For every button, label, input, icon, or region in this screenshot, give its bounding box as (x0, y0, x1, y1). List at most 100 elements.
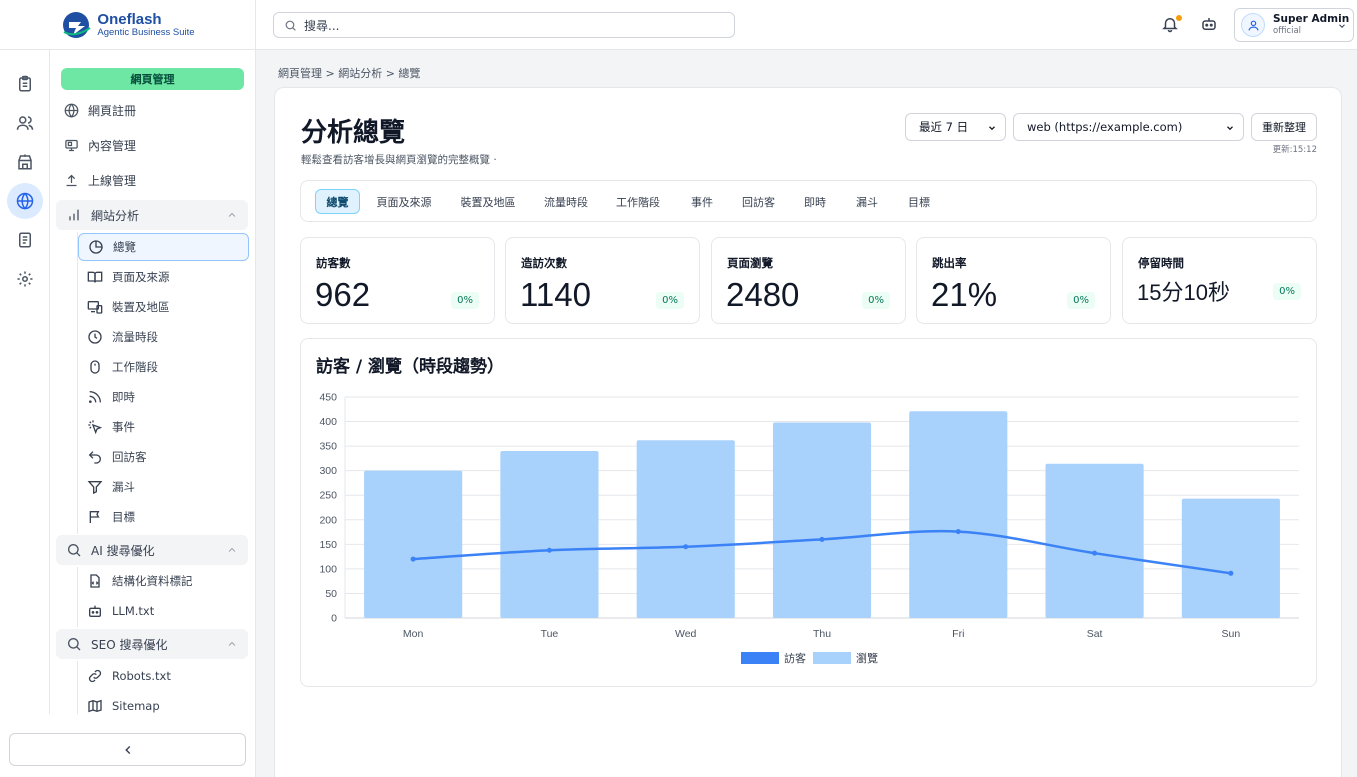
visitors-point-wed (683, 544, 689, 550)
pie-chart-icon (89, 240, 103, 254)
visitors-point-mon (410, 556, 416, 562)
flag-icon (89, 511, 100, 523)
stat-label: 頁面瀏覽 (727, 256, 773, 270)
chevron-down-icon (1227, 126, 1233, 131)
notification-dot (1176, 15, 1182, 21)
stat-value: 962 (315, 276, 371, 313)
rail-web[interactable] (7, 183, 43, 219)
user-menu[interactable]: Super Admin official (1234, 8, 1354, 42)
bar-sat (1045, 463, 1144, 618)
submenu-item-events[interactable]: 事件 (78, 413, 249, 441)
tab-devices-regions[interactable]: 裝置及地區 (454, 189, 522, 214)
tab-pages-sources[interactable]: 頁面及來源 (370, 189, 438, 214)
bar-wed (636, 440, 735, 618)
menu-item-label: 內容管理 (88, 138, 137, 153)
submenu-item-traffic-time[interactable]: 流量時段 (78, 323, 249, 351)
bar-chart-icon (69, 209, 79, 221)
map-icon (88, 699, 102, 713)
x-tick-label: Mon (403, 628, 424, 640)
site-select[interactable]: web (https://example.com) (1013, 113, 1244, 141)
legend-swatch (813, 652, 851, 664)
menu-item-label: 上線管理 (88, 173, 137, 188)
submenu-label: 回訪客 (112, 450, 147, 464)
x-tick-label: Fri (952, 628, 964, 640)
y-tick-label: 150 (319, 539, 337, 551)
y-tick-label: 50 (325, 588, 337, 600)
user-icon (1248, 20, 1258, 30)
rail-settings[interactable] (7, 261, 43, 297)
submenu-label: 流量時段 (112, 330, 158, 344)
legend-item-visitors[interactable]: 訪客 (741, 650, 806, 666)
site-value: web (https://example.com) (1027, 120, 1183, 134)
y-tick-label: 450 (319, 392, 337, 404)
submenu-label: Sitemap (112, 699, 160, 713)
rss-icon (89, 391, 101, 403)
chevron-left-icon (124, 745, 130, 754)
chevron-down-icon (1339, 24, 1345, 28)
legend-label: 訪客 (784, 652, 806, 665)
submenu-item-returning[interactable]: 回訪客 (78, 443, 249, 471)
link-icon (88, 669, 102, 683)
submenu-item-structured-data[interactable]: 結構化資料標記 (78, 567, 249, 595)
clipboard-icon (19, 75, 31, 92)
stat-change-badge: 0% (1067, 292, 1095, 309)
stat-change-badge: 0% (1273, 283, 1301, 300)
web-management-button[interactable]: 網頁管理 (61, 68, 244, 90)
submenu-item-llm-txt[interactable]: LLM.txt (78, 597, 249, 625)
bar-thu (772, 422, 872, 618)
tab-overview[interactable]: 總覽 (315, 189, 360, 214)
mouse-icon (90, 360, 100, 374)
x-tick-label: Wed (675, 628, 697, 640)
menu-item-content[interactable]: 內容管理 (64, 132, 136, 158)
visitors-point-sun (1228, 570, 1234, 576)
logo[interactable]: Oneflash Agentic Business Suite (0, 0, 256, 50)
group-seo-search[interactable]: SEO 搜尋優化 (56, 629, 248, 659)
submenu-item-overview[interactable]: 總覽 (78, 233, 249, 261)
rail-document[interactable] (7, 222, 43, 258)
submenu-label: 裝置及地區 (112, 300, 170, 314)
submenu-label: 漏斗 (112, 480, 135, 494)
date-range-select[interactable]: 最近 7 日 (905, 113, 1006, 141)
submenu-label: 即時 (112, 390, 135, 404)
submenu-item-robots[interactable]: Robots.txt (78, 662, 249, 690)
updated-time: 更新:15:12 (1272, 145, 1317, 155)
stat-label: 跳出率 (932, 256, 967, 270)
tab-realtime[interactable]: 即時 (795, 189, 835, 214)
submenu-item-pages-sources[interactable]: 頁面及來源 (78, 263, 249, 291)
rail-clipboard[interactable] (7, 66, 43, 102)
submenu-item-funnel[interactable]: 漏斗 (78, 473, 249, 501)
tab-goals[interactable]: 目標 (899, 189, 939, 214)
submenu-item-goals[interactable]: 目標 (78, 503, 249, 531)
tab-traffic-time[interactable]: 流量時段 (538, 189, 594, 214)
tab-events[interactable]: 事件 (682, 189, 722, 214)
y-tick-label: 400 (319, 416, 337, 428)
search-icon (68, 544, 81, 557)
menu-item-deploy[interactable]: 上線管理 (64, 167, 136, 193)
submenu-item-realtime[interactable]: 即時 (78, 383, 249, 411)
menu-item-web-register[interactable]: 網頁註冊 (64, 97, 136, 123)
stat-change-badge: 0% (451, 292, 479, 309)
search-input[interactable]: 搜尋... (273, 12, 735, 38)
submenu-label: 結構化資料標記 (112, 574, 193, 588)
visitors-point-fri (955, 529, 961, 535)
tab-returning[interactable]: 回訪客 (736, 189, 781, 214)
group-ai-search[interactable]: AI 搜尋優化 (56, 535, 248, 565)
rail-store[interactable] (7, 144, 43, 180)
legend-item-views[interactable]: 瀏覽 (813, 650, 878, 666)
submenu-label: 頁面及來源 (112, 270, 170, 284)
submenu-item-sitemap[interactable]: Sitemap (78, 692, 249, 720)
rail-users[interactable] (7, 105, 43, 141)
funnel-icon (87, 481, 103, 495)
bar-mon (364, 470, 463, 618)
collapse-sidebar-button[interactable] (9, 733, 246, 766)
submenu-item-sessions[interactable]: 工作階段 (78, 353, 249, 381)
tab-funnel[interactable]: 漏斗 (847, 189, 887, 214)
tab-sessions[interactable]: 工作階段 (610, 189, 666, 214)
bot-icon[interactable] (1200, 15, 1218, 33)
group-web-analytics[interactable]: 網站分析 (56, 200, 248, 230)
submenu-label: 總覽 (113, 240, 136, 254)
submenu-item-devices-regions[interactable]: 裝置及地區 (78, 293, 249, 321)
stat-value: 2480 (726, 276, 800, 313)
refresh-button[interactable]: 重新整理 (1251, 113, 1317, 141)
group-label: 網站分析 (91, 208, 140, 223)
